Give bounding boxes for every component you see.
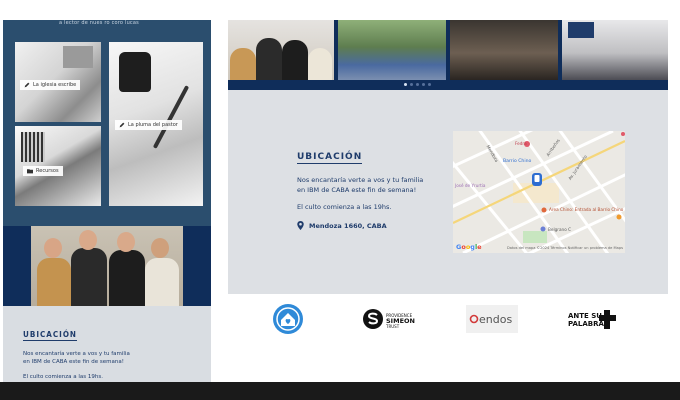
slider-photo-2	[338, 20, 446, 80]
address-text: Mendoza 1660, CABA	[309, 221, 387, 230]
mobile-location-heading: UBICACIÓN	[23, 330, 77, 341]
map-marker[interactable]	[532, 173, 542, 186]
partner-logos: PROVIDENCE SIMEON TRUST endos ANTE SU PA…	[228, 294, 668, 344]
mobile-location-text: Nos encantaría verte a vos y tu familia …	[23, 351, 130, 365]
svg-text:TRUST: TRUST	[385, 324, 400, 329]
slider-photo-3	[450, 20, 558, 80]
slider-photo-4	[562, 20, 668, 80]
card-label-pill[interactable]: La iglesia escribe	[20, 80, 81, 90]
map-label: Belgrano C	[548, 227, 572, 232]
service-time: El culto comienza a las 19hs.	[297, 203, 392, 211]
card-label: La iglesia escribe	[33, 82, 77, 88]
mobile-photo-band	[3, 226, 211, 306]
pen-image	[152, 85, 190, 149]
map-footer[interactable]: Datos del mapa ©2024 Términos Notificar …	[507, 246, 623, 250]
screen-root: a lector de nues ro coro lucas La iglesi…	[0, 0, 680, 400]
pencil-icon	[119, 122, 125, 128]
partner-logo-ante-su-palabra[interactable]: ANTE SU PALABRA	[566, 303, 622, 335]
ink-pot-image	[119, 52, 151, 92]
slider-dot[interactable]	[410, 83, 413, 86]
card-label: La pluma del pastor	[128, 122, 178, 128]
location-section: UBICACIÓN Nos encantaría verte a vos y t…	[228, 90, 668, 294]
desk-photo	[63, 46, 93, 68]
card-label-pill[interactable]: La pluma del pastor	[115, 120, 182, 130]
slider-dot[interactable]	[422, 83, 425, 86]
location-text: Nos encantaría verte a vos y tu familia …	[297, 176, 424, 194]
simeon-logo: PROVIDENCE SIMEON TRUST	[363, 309, 415, 329]
pencils-image	[21, 132, 45, 162]
map-label: Area Chino: Entrada al Barrio Chino	[549, 207, 624, 212]
mobile-top-text: a lector de nues ro coro lucas	[59, 20, 139, 26]
card-label: Recursos	[36, 168, 59, 174]
slider-dot[interactable]	[416, 83, 419, 86]
folder-icon	[27, 169, 33, 174]
slider-dot[interactable]	[404, 83, 407, 86]
card-la-iglesia-escribe[interactable]: La iglesia escribe	[15, 42, 101, 122]
partner-logo-endos[interactable]: endos	[466, 303, 518, 335]
map-pin-icon	[297, 221, 304, 230]
slider-dots[interactable]	[404, 83, 431, 86]
endos-logo: endos	[466, 305, 518, 333]
mobile-preview: a lector de nues ro coro lucas La iglesi…	[3, 20, 211, 382]
home-heart-icon	[273, 304, 303, 334]
svg-text:endos: endos	[479, 313, 512, 326]
mobile-group-photo	[31, 226, 183, 306]
mobile-service-time: El culto comienza a las 19hs.	[23, 374, 103, 380]
slider-dot[interactable]	[428, 83, 431, 86]
map-label: Barrio Chino	[503, 159, 532, 164]
google-map-embed[interactable]: Fedra Barrio Chino Area Chino: Entrada a…	[453, 131, 625, 253]
bottom-dark-bar	[0, 382, 680, 400]
ante-su-palabra-logo: ANTE SU PALABRA	[568, 310, 616, 329]
location-heading: UBICACIÓN	[297, 152, 363, 164]
partner-logo-simeon-trust[interactable]: PROVIDENCE SIMEON TRUST	[362, 303, 418, 335]
map-label: José de Yrurtia	[455, 183, 486, 188]
google-logo: Google	[456, 243, 482, 251]
card-recursos[interactable]: Recursos	[15, 126, 101, 206]
partner-logo-1[interactable]	[270, 303, 306, 335]
photo-slider[interactable]	[228, 20, 668, 90]
map-streets	[453, 131, 625, 253]
slider-photo-1	[228, 20, 334, 80]
card-la-pluma-del-pastor[interactable]: La pluma del pastor	[109, 42, 203, 206]
svg-text:ANTE SU: ANTE SU	[568, 312, 602, 320]
map-label: Fedra	[515, 141, 527, 146]
svg-text:PALABRA: PALABRA	[568, 320, 605, 328]
desktop-preview: UBICACIÓN Nos encantaría verte a vos y t…	[228, 20, 668, 344]
card-label-pill[interactable]: Recursos	[23, 166, 63, 176]
address-line[interactable]: Mendoza 1660, CABA	[297, 221, 387, 230]
mobile-location-section: UBICACIÓN Nos encantaría verte a vos y t…	[3, 306, 211, 382]
pencil-icon	[24, 82, 30, 88]
